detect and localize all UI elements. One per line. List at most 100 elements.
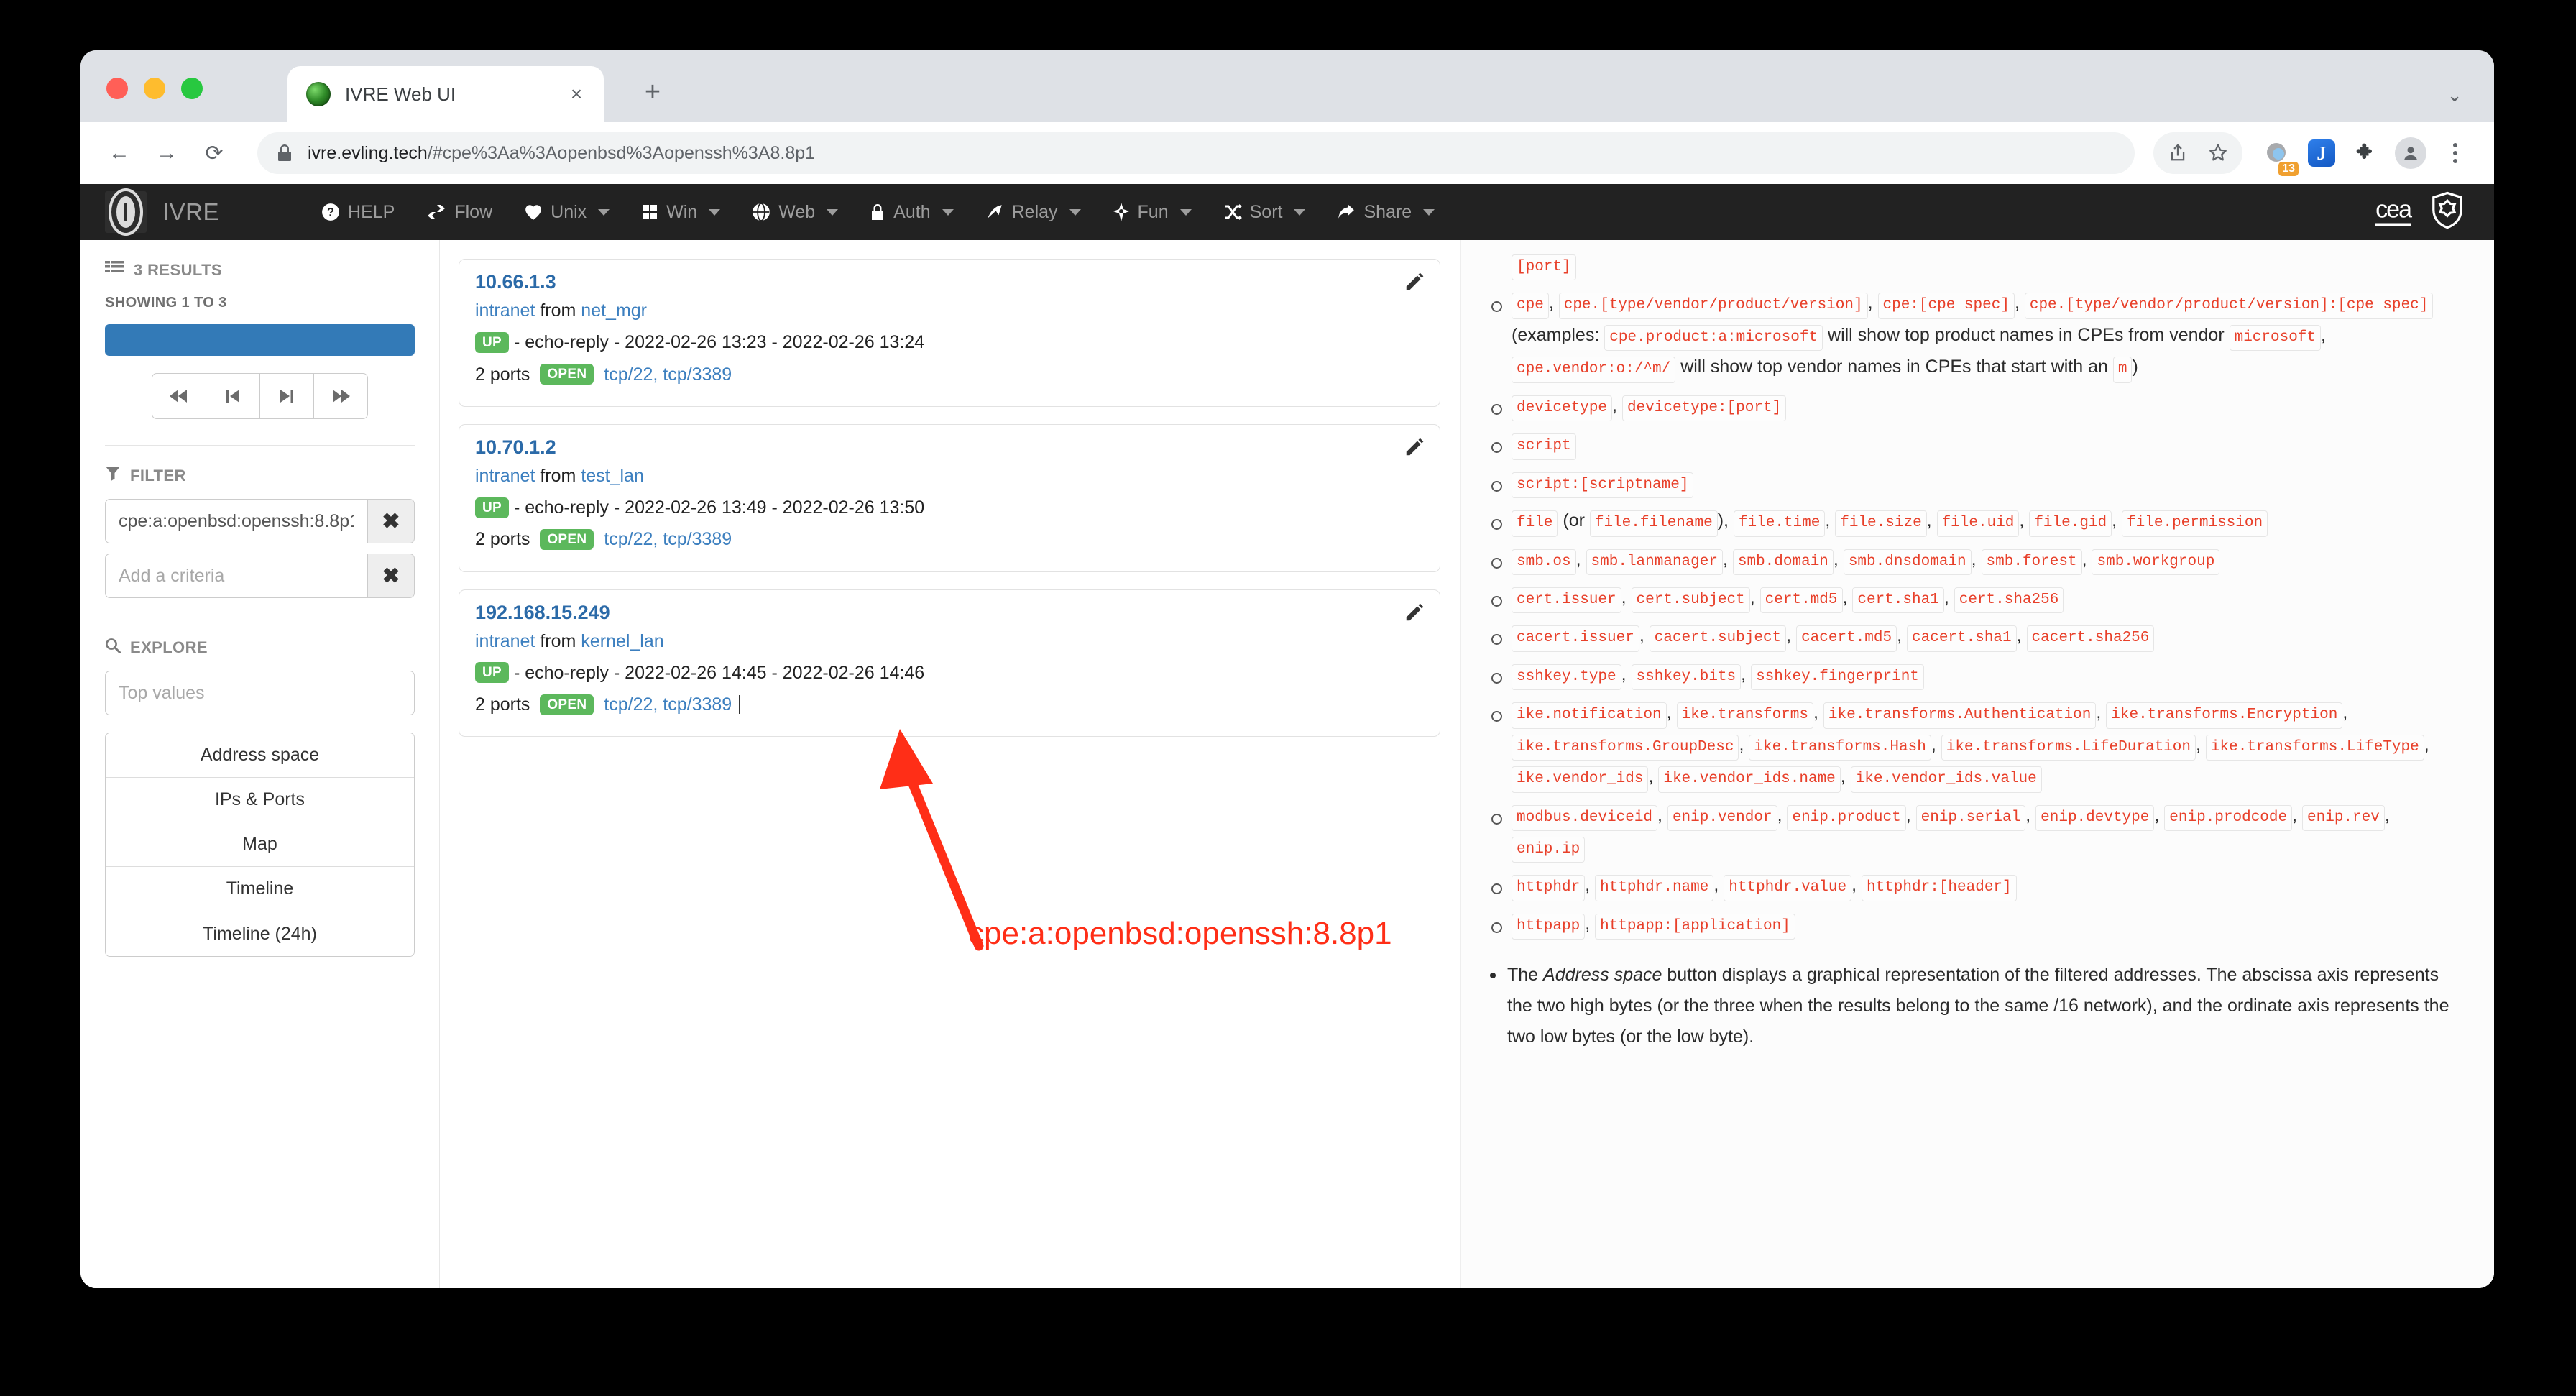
doc-code-token: sshkey.fingerprint — [1751, 664, 1924, 690]
browser-menu-kebab-icon[interactable] — [2435, 133, 2475, 173]
filter-input[interactable] — [105, 499, 367, 543]
from-word: from — [540, 298, 576, 323]
edit-pencil-icon[interactable] — [1404, 602, 1425, 627]
table-row[interactable]: 192.168.15.249 intranet from kernel_lan … — [459, 589, 1440, 738]
doc-field-item: script:[scriptname] — [1486, 468, 2465, 500]
nav-item-relay[interactable]: Relay — [970, 202, 1097, 223]
host-source[interactable]: test_lan — [581, 463, 644, 489]
doc-code-token: cert.sha256 — [1954, 587, 2064, 613]
question-circle-icon: ? — [321, 203, 340, 221]
edit-pencil-icon[interactable] — [1404, 436, 1425, 461]
status-badge: UP — [475, 497, 509, 518]
top-values-input[interactable] — [105, 671, 415, 715]
host-source[interactable]: net_mgr — [581, 298, 647, 323]
new-tab-button[interactable]: + — [634, 73, 671, 111]
ports-list[interactable]: tcp/22, tcp/3389 — [604, 362, 732, 387]
share-bookmark-pill — [2153, 132, 2242, 174]
explore-button-ips-ports[interactable]: IPs & Ports — [106, 778, 414, 822]
last-page-button[interactable] — [313, 373, 368, 419]
chevron-down-icon — [1294, 209, 1305, 216]
explore-button-timeline[interactable]: Timeline — [106, 867, 414, 911]
doc-code-token: httpapp — [1512, 914, 1585, 940]
doc-separator-text: , — [1843, 587, 1853, 607]
doc-truncated-top: [port] — [1486, 250, 2465, 282]
close-tab-icon[interactable]: × — [562, 80, 591, 109]
address-bar[interactable]: ivre.evling.tech/#cpe%3Aa%3Aopenbsd%3Aop… — [257, 132, 2135, 174]
doc-separator-text: , — [1897, 625, 1907, 646]
doc-separator-text: , — [1906, 805, 1916, 825]
nav-item-win[interactable]: Win — [625, 202, 736, 223]
forward-button[interactable]: → — [147, 133, 187, 173]
host-network[interactable]: intranet — [475, 463, 535, 489]
profile-avatar[interactable] — [2391, 133, 2431, 173]
share-icon[interactable] — [2158, 133, 2198, 173]
nav-item-share[interactable]: Share — [1321, 202, 1450, 223]
explore-button-address-space[interactable]: Address space — [106, 733, 414, 778]
doc-separator-text: , — [1741, 664, 1751, 684]
doc-separator-text: , — [1612, 395, 1622, 415]
doc-code-token: cacert.md5 — [1796, 625, 1897, 651]
previous-page-button[interactable] — [206, 373, 260, 419]
doc-code-token: devicetype — [1512, 395, 1612, 421]
doc-separator-text: , — [1777, 805, 1788, 825]
next-page-button[interactable] — [259, 373, 314, 419]
back-button[interactable]: ← — [99, 133, 139, 173]
reload-button[interactable]: ⟳ — [194, 133, 234, 173]
tab-list-chevron-down-icon[interactable]: ⌄ — [2447, 84, 2462, 106]
doc-code-token: enip.ip — [1512, 837, 1585, 863]
close-window-button[interactable] — [106, 78, 128, 99]
clear-criteria-button[interactable]: ✖ — [367, 554, 415, 598]
add-criteria-input[interactable] — [105, 554, 367, 598]
doc-field-item: cacert.issuer, cacert.subject, cacert.md… — [1486, 621, 2465, 653]
ports-list[interactable]: tcp/22, tcp/3389 — [604, 526, 732, 552]
address-bar-text: ivre.evling.tech/#cpe%3Aa%3Aopenbsd%3Aop… — [308, 143, 815, 164]
extension-badge-count: 13 — [2278, 162, 2299, 176]
table-row[interactable]: 10.70.1.2 intranet from test_lan UP - ec… — [459, 424, 1440, 572]
doc-separator-text: , — [2385, 805, 2390, 825]
edit-pencil-icon[interactable] — [1404, 271, 1425, 296]
nav-item-help[interactable]: ? HELP — [305, 202, 410, 223]
doc-code-token: file.filename — [1590, 510, 1718, 536]
extension-counter-icon[interactable]: 13 — [2257, 133, 2297, 173]
ivre-brand[interactable]: IVRE — [105, 191, 219, 233]
doc-code-token: devicetype:[port] — [1622, 395, 1786, 421]
doc-code-token: cacert.subject — [1650, 625, 1786, 651]
nav-item-sort[interactable]: Sort — [1208, 202, 1322, 223]
doc-code-token: file.size — [1835, 510, 1926, 536]
bookmark-star-icon[interactable] — [2198, 133, 2238, 173]
explore-button-timeline-24h[interactable]: Timeline (24h) — [106, 911, 414, 956]
nav-item-web[interactable]: Web — [736, 202, 854, 223]
ports-list[interactable]: tcp/22, tcp/3389 — [604, 692, 732, 717]
doc-code-token: cpe.[type/vendor/product/version] — [1559, 293, 1868, 318]
jira-extension-icon[interactable]: J — [2301, 133, 2342, 173]
browser-tab[interactable]: IVRE Web UI × — [288, 66, 604, 122]
explore-button-map[interactable]: Map — [106, 822, 414, 867]
nav-item-fun[interactable]: Fun — [1097, 202, 1208, 223]
doc-separator-text: , — [2424, 735, 2429, 755]
host-ip[interactable]: 10.66.1.3 — [475, 271, 1424, 293]
extensions-puzzle-icon[interactable] — [2346, 133, 2386, 173]
ports-count: 2 ports — [475, 692, 530, 717]
minimize-window-button[interactable] — [144, 78, 165, 99]
first-page-button[interactable] — [152, 373, 206, 419]
doc-separator-text: , — [2154, 805, 2164, 825]
host-network[interactable]: intranet — [475, 628, 535, 654]
nav-item-flow[interactable]: Flow — [410, 202, 508, 223]
host-source[interactable]: kernel_lan — [581, 628, 663, 654]
maximize-window-button[interactable] — [181, 78, 203, 99]
nav-item-auth[interactable]: Auth — [854, 202, 969, 223]
doc-separator-text: , — [2292, 805, 2302, 825]
table-row[interactable]: 10.66.1.3 intranet from net_mgr UP - ech… — [459, 259, 1440, 407]
shield-badge-icon — [2429, 191, 2465, 234]
doc-field-item: ike.notification, ike.transforms, ike.tr… — [1486, 698, 2465, 794]
doc-separator-text: , — [1639, 625, 1650, 646]
host-ip[interactable]: 192.168.15.249 — [475, 602, 1424, 624]
doc-separator-text: ) — [2132, 357, 2138, 377]
clear-filter-button[interactable]: ✖ — [367, 499, 415, 543]
doc-separator-text: , — [2015, 293, 2025, 313]
url-path: /#cpe%3Aa%3Aopenbsd%3Aopenssh%3A8.8p1 — [428, 143, 815, 163]
host-network[interactable]: intranet — [475, 298, 535, 323]
host-ip[interactable]: 10.70.1.2 — [475, 436, 1424, 459]
nav-item-unix[interactable]: Unix — [508, 202, 625, 223]
window-traffic-lights — [106, 78, 203, 99]
